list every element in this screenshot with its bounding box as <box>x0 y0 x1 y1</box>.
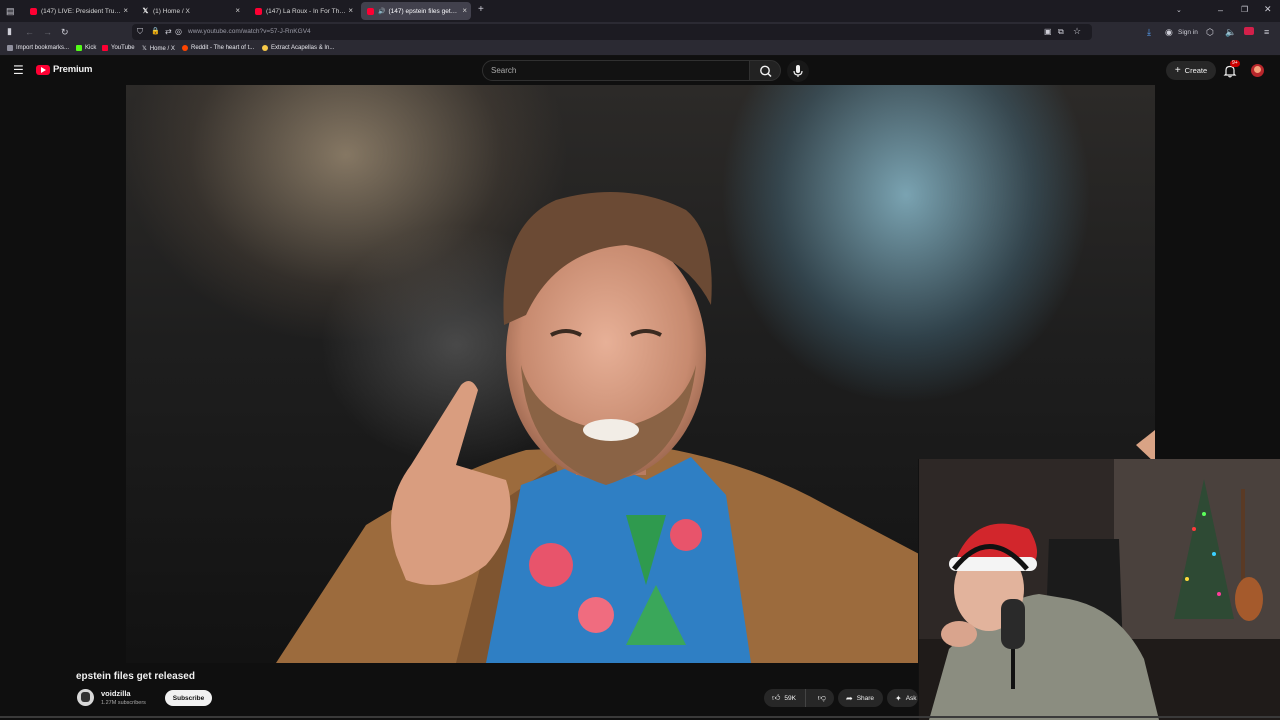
voice-search-button[interactable] <box>787 60 809 82</box>
search-input[interactable]: Search <box>491 66 516 75</box>
bookmark-youtube[interactable]: YouTube <box>102 45 135 51</box>
browser-nav-bar: ▮ ← → ↻ ⛉ 🔒 ⇄ ◎ www.youtube.com/watch?v=… <box>0 22 1280 42</box>
close-icon[interactable]: × <box>123 6 128 15</box>
sparkle-icon: ✦ <box>895 693 902 703</box>
tab-overflow-icon[interactable]: ⌄ <box>1176 5 1182 17</box>
tab-epstein-files[interactable]: 🔊 (147) epstein files get relea × <box>361 2 471 20</box>
picture-in-picture-icon[interactable]: ⧉ <box>1058 26 1064 38</box>
channel-avatar[interactable] <box>77 689 94 706</box>
reader-view-icon[interactable]: ▣ <box>1044 26 1052 38</box>
bookmark-extract-acapellas[interactable]: Extract Acapellas & In... <box>262 45 334 51</box>
minimize-icon[interactable]: – <box>1218 4 1223 16</box>
extension-badge-icon[interactable] <box>1244 27 1254 35</box>
window-close-icon[interactable]: ✕ <box>1264 3 1272 15</box>
bookmarks-toolbar: Import bookmarks... Kick YouTube 𝕏 Home … <box>0 42 1280 56</box>
thumbs-up-icon: 👍︎ <box>772 693 781 702</box>
video-progress-bar[interactable] <box>0 716 1280 718</box>
bookmark-reddit[interactable]: Reddit - The heart of t... <box>182 45 254 51</box>
browser-tab-strip: ▤ (147) LIVE: President Trump m × 𝕏 (1) … <box>0 0 1280 22</box>
subscriber-count: 1.27M subscribers <box>101 700 146 706</box>
audio-icon[interactable]: 🔈 <box>1225 26 1236 38</box>
logo-text: Premium <box>53 64 93 75</box>
account-icon[interactable]: ◉ <box>1165 26 1173 38</box>
extensions-icon[interactable]: ⬡ <box>1206 26 1214 38</box>
youtube-header: ☰ Premium Search + Create 9+ <box>0 56 1280 85</box>
create-button[interactable]: + Create <box>1166 61 1216 80</box>
tab-home-x[interactable]: 𝕏 (1) Home / X × <box>136 2 244 20</box>
speaker-icon[interactable]: 🔊 <box>378 8 385 15</box>
search-button[interactable] <box>749 60 781 81</box>
reload-icon[interactable]: ↻ <box>61 26 69 38</box>
subscribe-button[interactable]: Subscribe <box>165 690 212 706</box>
search-icon <box>760 65 772 78</box>
youtube-logo[interactable]: Premium <box>36 64 92 75</box>
streamer-webcam-image <box>919 459 1280 720</box>
restore-icon[interactable]: ❐ <box>1241 4 1248 16</box>
x-favicon: 𝕏 <box>142 46 147 52</box>
bookmark-home-x[interactable]: 𝕏 Home / X <box>142 45 175 53</box>
plus-icon: + <box>1174 65 1181 76</box>
youtube-favicon <box>255 7 262 15</box>
hamburger-menu-icon[interactable]: ☰ <box>13 63 24 77</box>
address-bar[interactable]: ⛉ 🔒 ⇄ ◎ www.youtube.com/watch?v=57-J-RnK… <box>132 24 1092 40</box>
close-icon[interactable]: × <box>235 6 240 15</box>
thumbs-down-icon: 👎︎ <box>817 693 826 702</box>
tab-list-icon[interactable]: ▤ <box>6 5 15 17</box>
close-icon[interactable]: × <box>348 6 353 15</box>
emoji-favicon <box>262 45 268 51</box>
sign-in-button[interactable]: Sign in <box>1178 27 1198 39</box>
youtube-play-icon <box>36 64 50 75</box>
downloads-icon[interactable]: ⤓ <box>1147 26 1151 38</box>
notification-badge: 9+ <box>1230 60 1240 67</box>
notifications-button[interactable]: 9+ <box>1222 60 1240 79</box>
microphone-icon <box>793 65 803 77</box>
reddit-favicon <box>182 45 188 51</box>
sidebar-icon[interactable]: ▮ <box>7 25 12 37</box>
dislike-button[interactable]: 👎︎ <box>810 689 834 707</box>
like-button[interactable]: 👍︎ 59K <box>764 689 806 707</box>
channel-name[interactable]: voidzilla <box>101 689 131 698</box>
youtube-favicon <box>367 7 374 15</box>
new-tab-button[interactable]: + <box>478 4 484 16</box>
tab-trump-live[interactable]: (147) LIVE: President Trump m × <box>24 2 132 20</box>
forward-icon[interactable]: → <box>43 26 52 38</box>
youtube-favicon <box>30 7 37 15</box>
share-icon: ➦ <box>846 693 853 703</box>
share-button[interactable]: ➦ Share <box>838 689 883 707</box>
shield-icon[interactable]: ⛉ <box>137 26 143 38</box>
back-icon[interactable]: ← <box>25 26 34 38</box>
like-dislike-group: 👍︎ 59K 👎︎ <box>764 689 834 707</box>
video-title: epstein files get released <box>76 671 195 682</box>
search-field[interactable]: Search <box>482 60 750 81</box>
x-favicon: 𝕏 <box>142 7 149 15</box>
ask-button[interactable]: ✦ Ask <box>887 689 918 707</box>
tab-la-roux[interactable]: (147) La Roux - In For The Kill ( × <box>249 2 357 20</box>
lock-icon[interactable]: 🔒 <box>151 26 160 38</box>
folder-icon <box>7 45 13 51</box>
kick-favicon <box>76 45 82 51</box>
webcam-overlay <box>918 459 1280 720</box>
bookmark-star-icon[interactable]: ☆ <box>1073 25 1081 37</box>
menu-icon[interactable]: ≡ <box>1264 26 1269 38</box>
bookmark-import[interactable]: Import bookmarks... <box>7 45 69 51</box>
url-text: www.youtube.com/watch?v=57-J-RnKGV4 <box>188 28 311 35</box>
bookmark-kick[interactable]: Kick <box>76 45 96 51</box>
avatar[interactable] <box>1251 64 1264 77</box>
youtube-favicon <box>102 45 108 51</box>
permissions-icon[interactable]: ⇄ <box>165 26 172 38</box>
close-icon[interactable]: × <box>462 6 467 15</box>
like-count: 59K <box>784 694 796 702</box>
tracking-icon[interactable]: ◎ <box>175 26 182 38</box>
